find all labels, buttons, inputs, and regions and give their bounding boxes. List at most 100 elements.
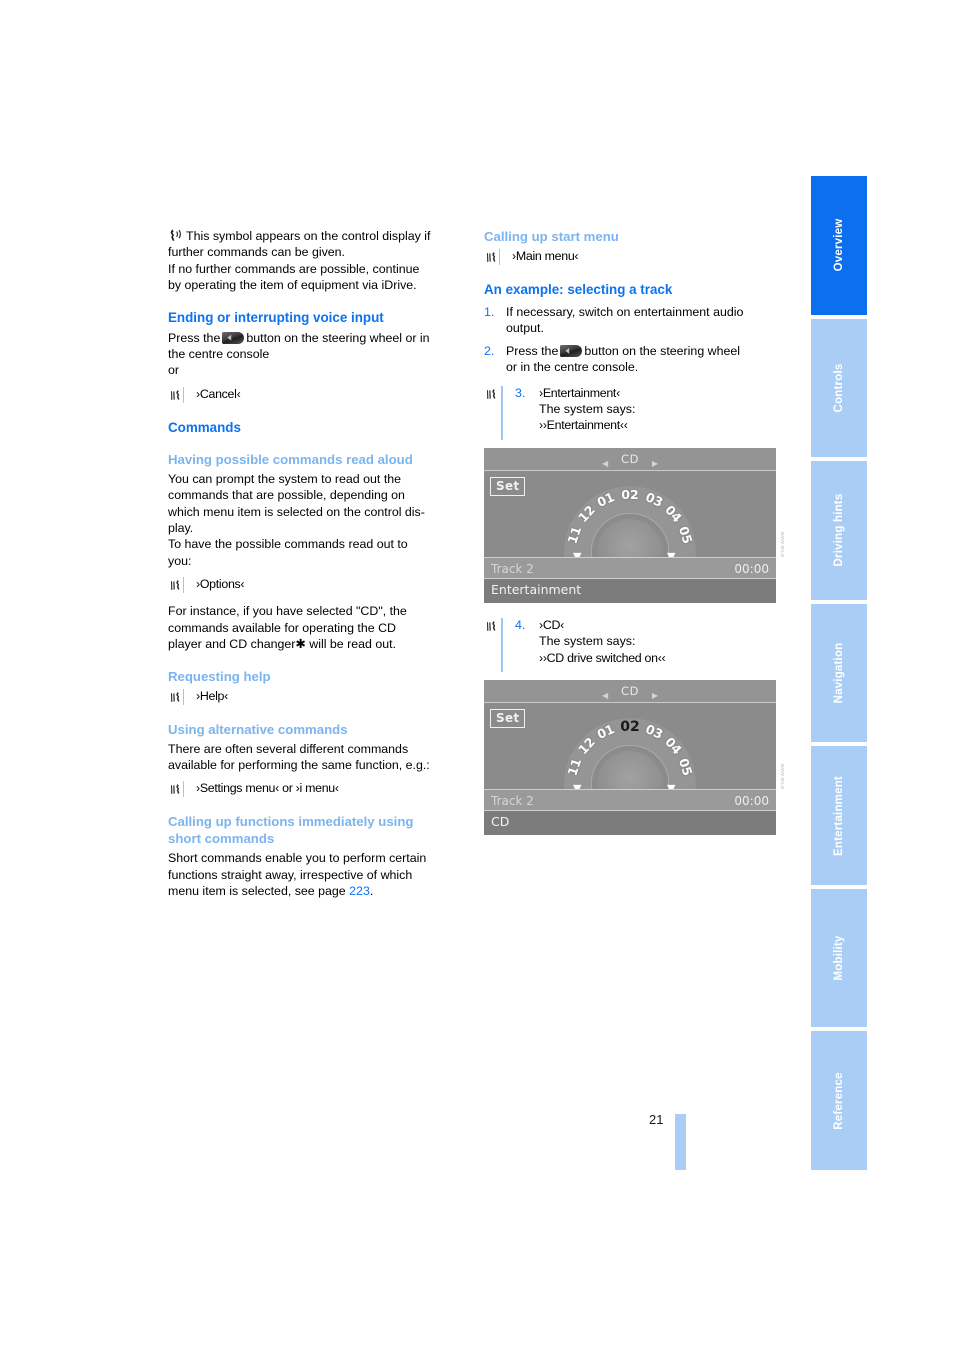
heading-ending-voice-input: Ending or interrupting voice input xyxy=(168,309,384,325)
intro-line-4: by operating the item of equipment via i… xyxy=(168,278,417,293)
ending-text-before: Press the xyxy=(168,330,221,345)
tab-label: Controls xyxy=(833,363,845,413)
intro-line-2: further commands can be given. xyxy=(168,245,346,260)
display-1-track-bar: Track 2 00:00 xyxy=(484,556,776,579)
voice-command-cancel-text: ›Cancel‹ xyxy=(196,386,241,401)
dial-track-number[interactable]: 02 xyxy=(619,487,641,503)
short-commands-heading-l1: Calling up functions immediately using xyxy=(168,814,414,830)
tab-mobility[interactable]: Mobility xyxy=(811,888,867,1028)
read-aloud-p3-l1: For instance, if you have selected "CD",… xyxy=(168,604,407,619)
voice-command-help-text: ›Help‹ xyxy=(196,688,228,703)
page-number: 21 xyxy=(649,1112,664,1127)
display-1-footer-label: Entertainment xyxy=(491,581,582,597)
right-arrow-icon: ▶ xyxy=(651,691,658,701)
tab-controls[interactable]: Controls xyxy=(811,318,867,458)
voice-symbol-icon xyxy=(168,228,184,242)
step-2-text-after: button on the steering wheel xyxy=(584,343,741,358)
voice-button-icon xyxy=(222,331,245,344)
voice-command-options-text: ›Options‹ xyxy=(196,577,245,592)
intro-line-3: If no further commands are possible, con… xyxy=(168,261,420,276)
ending-text-line2: the centre console xyxy=(168,347,270,362)
step-4-command: ›CD‹ xyxy=(539,617,564,632)
display-1-footer: Entertainment xyxy=(484,578,776,603)
display-1-track-dial: 11120102030405▼▼ xyxy=(555,476,705,603)
page-number-bar xyxy=(675,1114,686,1170)
step-4-number: 4. xyxy=(515,617,526,632)
step-1-number: 1. xyxy=(484,305,495,319)
alternative-l1: There are often several different comman… xyxy=(168,741,409,756)
tab-entertainment[interactable]: Entertainment xyxy=(811,746,867,885)
intro-paragraph: This symbol appears on the control displ… xyxy=(168,228,465,294)
speak-command-icon xyxy=(484,386,502,403)
example-step-3: 3. ›Entertainment‹ The system says: ››En… xyxy=(484,385,784,440)
step-3-command: ›Entertainment‹ xyxy=(539,385,620,400)
step-3-body: ›Entertainment‹ The system says: ››Enter… xyxy=(539,385,784,434)
step-2-body: Press the button on the steering wheel or… xyxy=(506,343,784,376)
read-aloud-paragraph-1: You can prompt the system to read out th… xyxy=(168,471,465,569)
tab-navigation[interactable]: Navigation xyxy=(811,603,867,743)
intro-line-1: This symbol appears on the control displ… xyxy=(186,229,431,243)
step-3-number: 3. xyxy=(515,385,526,400)
display-1-set-badge: Set xyxy=(490,476,526,497)
step-4-body: ›CD‹ The system says: ››CD drive switche… xyxy=(539,617,784,666)
display-2-track-label: Track 2 xyxy=(491,794,534,809)
read-aloud-p1-l3: which menu item is selected on the contr… xyxy=(168,504,425,519)
read-aloud-p1-l1: You can prompt the system to read out th… xyxy=(168,471,402,486)
short-commands-heading-l2: short commands xyxy=(168,831,275,847)
example-step-2: 2. Press the button on the steering wheel… xyxy=(484,343,784,376)
alternative-paragraph: There are often several different comman… xyxy=(168,741,465,774)
speak-command-icon xyxy=(168,688,186,706)
ending-instruction: Press the button on the steering wheel or… xyxy=(168,330,465,379)
tab-reference[interactable]: Reference xyxy=(811,1031,867,1170)
display-1-time: 00:00 xyxy=(734,561,769,576)
read-aloud-paragraph-3: For instance, if you have selected "CD",… xyxy=(168,603,465,652)
read-aloud-p3-l2: commands available for operating the CD xyxy=(168,620,396,635)
tab-label: Reference xyxy=(833,1071,845,1130)
display-2-title: CD xyxy=(621,684,639,699)
step-2-number: 2. xyxy=(484,343,495,358)
voice-command-settings-menu: ›Settings menu‹ or ›i menu‹ xyxy=(168,780,465,798)
heading-example-selecting-track: An example: selecting a track xyxy=(484,282,673,297)
ending-text-or: or xyxy=(168,363,180,378)
display-2-set-badge: Set xyxy=(490,709,526,729)
heading-read-aloud: Having possible commands read aloud xyxy=(168,451,413,467)
control-display-screen: ◀ CD ▶ Set 11120102030405▼▼ Track 2 00:0… xyxy=(484,680,776,836)
step-3-says-label: The system says: xyxy=(539,402,636,417)
speak-command-icon xyxy=(484,249,502,266)
manual-page: Overview Controls Driving hints Navigation E… xyxy=(0,0,954,1351)
short-commands-l3-after: . xyxy=(369,884,374,899)
voice-button-icon xyxy=(560,344,583,357)
voice-command-options: ›Options‹ xyxy=(168,576,465,594)
voice-command-main-menu: ›Main menu‹ xyxy=(484,248,784,266)
step-1-body: If necessary, switch on entertainment au… xyxy=(506,304,784,337)
speak-command-icon xyxy=(168,781,186,798)
heading-requesting-help: Requesting help xyxy=(168,668,271,684)
heading-calling-start-menu: Calling up start menu xyxy=(484,229,619,244)
heading-commands: Commands xyxy=(168,419,241,435)
heading-alternative-commands: Using alternative commands xyxy=(168,721,348,737)
right-column: Calling up start menu ›Main menu‹ An exa… xyxy=(484,228,785,836)
step-4-says-label: The system says: xyxy=(539,634,636,649)
read-aloud-p2-l2: you: xyxy=(168,553,192,568)
section-tab-rail: Overview Controls Driving hints Navigation E… xyxy=(811,176,867,1170)
read-aloud-p2-l1: To have the possible commands read out t… xyxy=(168,537,408,552)
tab-overview[interactable]: Overview xyxy=(811,176,867,315)
dial-track-number[interactable]: 02 xyxy=(619,719,641,735)
alternative-l2: available for performing the same functi… xyxy=(168,757,430,772)
short-commands-l2: functions straight away, irrespective of… xyxy=(168,867,413,882)
heading-short-commands: Calling up functions immediately using s… xyxy=(168,813,465,847)
step-4-says-text: ››CD drive switched on‹‹ xyxy=(539,650,666,665)
display-2-time: 00:00 xyxy=(734,794,769,809)
tab-label: Overview xyxy=(833,218,845,272)
page-reference-link[interactable]: 223 xyxy=(349,884,370,898)
tab-label: Mobility xyxy=(833,935,845,981)
right-arrow-icon: ▶ xyxy=(651,458,658,468)
step-3-says-text: ››Entertainment‹‹ xyxy=(539,418,628,433)
speak-command-icon xyxy=(168,577,186,594)
ending-text-after: button on the steering wheel or in xyxy=(246,330,430,345)
display-2-body: Set 11120102030405▼▼ xyxy=(484,703,776,836)
tab-label: Navigation xyxy=(833,642,845,704)
tab-driving-hints[interactable]: Driving hints xyxy=(811,461,867,600)
tab-label: Driving hints xyxy=(833,493,845,567)
short-commands-l1: Short commands enable you to perform cer… xyxy=(168,851,427,866)
